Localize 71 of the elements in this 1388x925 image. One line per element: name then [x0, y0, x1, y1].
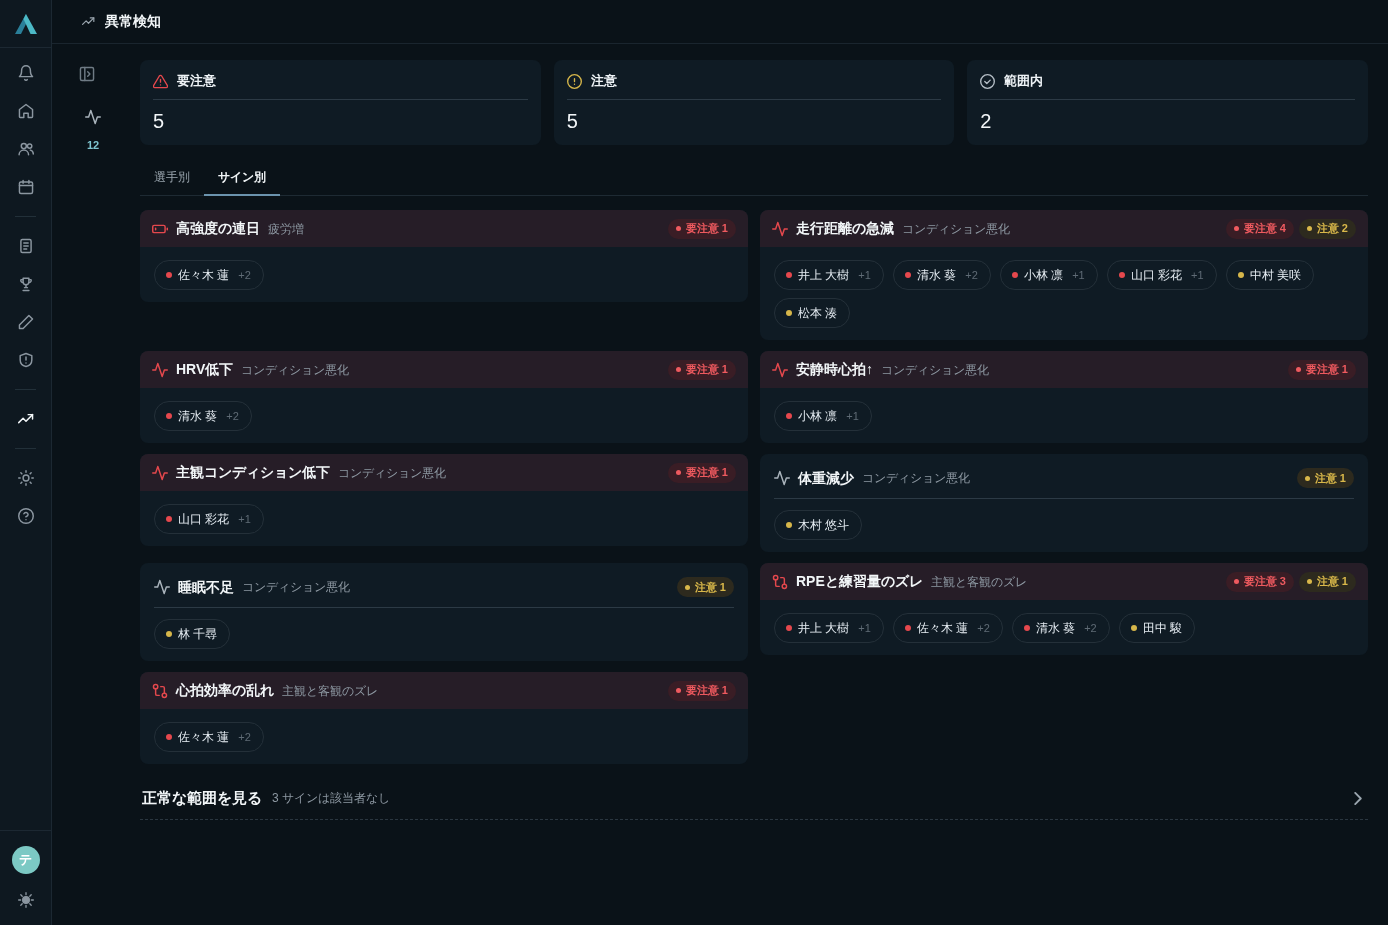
expand-row-button[interactable]: 正常な範囲を見る 3 サインは該当者なし: [140, 777, 1368, 820]
help-icon: [17, 508, 34, 524]
compare-icon: [772, 573, 788, 590]
badge-text: 要注意 1: [685, 221, 728, 237]
panel-toggle-button[interactable]: [79, 66, 95, 82]
badge-text: 要注意 4: [1243, 221, 1286, 237]
chevron-right-icon: [1354, 791, 1362, 805]
check-circle-icon: [980, 73, 996, 89]
sun-icon: [17, 470, 34, 486]
clipboard-icon: [17, 238, 34, 254]
sign-title: HRV低下: [176, 360, 234, 379]
tab[interactable]: サイン別: [204, 160, 280, 196]
category-label: 疲労増: [268, 220, 304, 238]
summary-value: 5: [566, 111, 578, 131]
exclamation-circle-icon: [566, 73, 582, 89]
page-title: 異常検知: [105, 12, 161, 31]
warning-icon: [153, 73, 168, 89]
sidebar-panel-icon: [79, 66, 95, 82]
summary-label: 範囲内: [1004, 72, 1044, 91]
sign-title: RPEと練習量のズレ: [796, 572, 923, 591]
badge-text: 注意 1: [1314, 470, 1346, 486]
bell-icon: [17, 65, 34, 81]
sun-icon: [17, 892, 34, 908]
category-label: コンディション悪化: [338, 464, 446, 482]
tab[interactable]: 選手別: [140, 160, 204, 196]
badge-text: 要注意 1: [685, 465, 728, 481]
badge-text: 要注意 3: [1243, 574, 1286, 590]
pencil-icon: [17, 314, 34, 330]
sign-title: 走行距離の急減: [796, 219, 894, 238]
category-label: コンディション悪化: [862, 470, 970, 487]
pulse-icon: [154, 579, 170, 595]
pulse-icon: [152, 464, 168, 481]
trophy-icon: [17, 276, 34, 292]
section-title: 正常な範囲を見る: [142, 787, 262, 808]
summary-label: 要注意: [177, 72, 216, 91]
badge-text: 要注意 1: [685, 683, 728, 699]
badge-text: 要注意 1: [685, 362, 728, 378]
category-label: コンディション悪化: [902, 220, 1010, 238]
category-label: コンディション悪化: [881, 361, 989, 379]
badge-text: 要注意 1: [1305, 362, 1348, 378]
summary-value: 5: [153, 111, 165, 131]
theme-toggle-button[interactable]: [17, 892, 34, 908]
summary-label: 注意: [590, 72, 617, 91]
sign-title: 主観コンディション低下: [176, 463, 330, 482]
sign-title: 心拍効率の乱れ: [176, 681, 274, 700]
category-label: コンディション悪化: [242, 579, 350, 596]
sign-title: 安静時心拍↑: [796, 360, 873, 379]
compare-icon: [152, 682, 168, 699]
sign-title: 高強度の連日: [176, 219, 260, 238]
logo-icon: [14, 13, 37, 34]
section-note: 3 サインは該当者なし: [272, 790, 390, 807]
category-label: 主観と客観のズレ: [930, 573, 1027, 591]
pulse-icon: [774, 470, 790, 486]
category-label: コンディション悪化: [241, 361, 350, 379]
pulse-icon: [772, 220, 788, 237]
summary-value: 2: [980, 111, 992, 131]
pulse-icon: [85, 109, 101, 125]
calendar-icon: [17, 179, 34, 195]
signals-nav-button[interactable]: 12: [79, 109, 107, 152]
sign-title: 睡眠不足: [178, 577, 234, 597]
badge-text: 注意 1: [694, 579, 726, 595]
trend-icon: [82, 15, 95, 28]
sign-title: 体重減少: [798, 468, 854, 488]
home-icon: [17, 103, 34, 119]
shield-icon: [17, 352, 34, 368]
pulse-icon: [152, 361, 168, 378]
pulse-icon: [772, 361, 788, 378]
badge-text: 注意 2: [1316, 221, 1348, 237]
badge-text: 注意 1: [1316, 574, 1348, 590]
category-label: 主観と客観のズレ: [282, 682, 378, 700]
users-icon: [17, 141, 34, 157]
